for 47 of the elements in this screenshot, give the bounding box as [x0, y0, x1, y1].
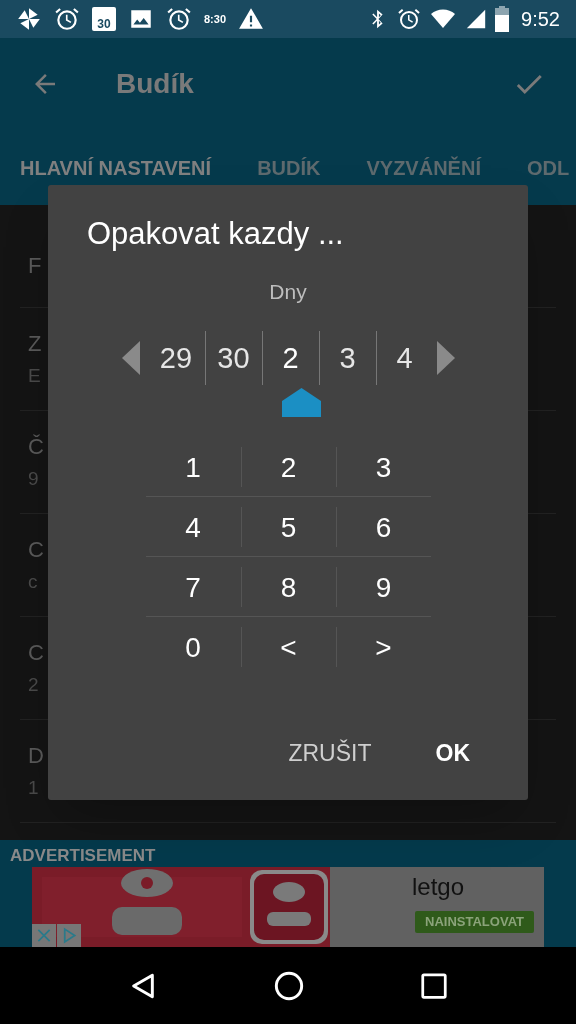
setting-title: Č	[28, 433, 44, 461]
calendar-icon: 30	[92, 7, 116, 31]
play-icon	[57, 924, 81, 947]
close-icon	[32, 924, 56, 947]
recents-icon	[419, 970, 449, 1001]
picker-value[interactable]: 2	[261, 331, 319, 386]
ad-app-name: letgo	[411, 875, 464, 899]
signal-icon	[465, 8, 488, 30]
alarm-icon	[397, 7, 422, 31]
cancel-button[interactable]: ZRUŠIT	[288, 733, 372, 774]
right-arrow-icon	[436, 341, 455, 376]
pinwheel-icon	[16, 6, 42, 32]
keypad-key[interactable]: 1	[145, 446, 241, 487]
keypad-key[interactable]: >	[335, 627, 431, 668]
ad-label: ADVERTISEMENT	[9, 845, 156, 867]
setting-title: F	[28, 252, 42, 280]
keypad-key[interactable]: <	[240, 627, 336, 668]
keypad-key[interactable]: 9	[335, 566, 431, 607]
keypad-key[interactable]: 6	[335, 506, 431, 547]
dialog-title: Opakovat kazdy ...	[87, 215, 344, 253]
warning-icon	[238, 6, 265, 32]
toolbar-title: Budík	[116, 67, 194, 101]
setting-title: D	[28, 742, 44, 770]
battery-icon	[495, 6, 510, 32]
keypad-key[interactable]: 8	[240, 566, 336, 607]
setting-title: C	[28, 639, 44, 667]
unit-label: Dny	[269, 278, 307, 305]
selection-indicator-icon	[281, 388, 321, 418]
ok-button[interactable]: OK	[435, 733, 470, 774]
keypad-key[interactable]: 0	[145, 627, 241, 668]
alarm-icon	[54, 6, 80, 32]
keypad-key[interactable]: 3	[335, 446, 431, 487]
picker-value[interactable]: 3	[318, 331, 376, 386]
picker-value[interactable]: 29	[147, 331, 205, 386]
alarm-icon	[166, 6, 192, 32]
left-arrow-icon	[121, 341, 140, 376]
keypad-key[interactable]: 5	[240, 506, 336, 547]
setting-title: Z	[28, 330, 42, 358]
clock-widget-icon: 8:30	[204, 13, 227, 25]
clock-time: 9:52	[521, 7, 560, 32]
keypad-key[interactable]: 7	[145, 566, 241, 607]
keypad-key[interactable]: 4	[145, 506, 241, 547]
home-icon	[273, 969, 305, 1002]
keypad-key[interactable]: 2	[240, 446, 336, 487]
setting-title: C	[28, 536, 44, 564]
picker-value[interactable]: 4	[375, 331, 433, 386]
picker-value[interactable]: 30	[204, 331, 262, 386]
